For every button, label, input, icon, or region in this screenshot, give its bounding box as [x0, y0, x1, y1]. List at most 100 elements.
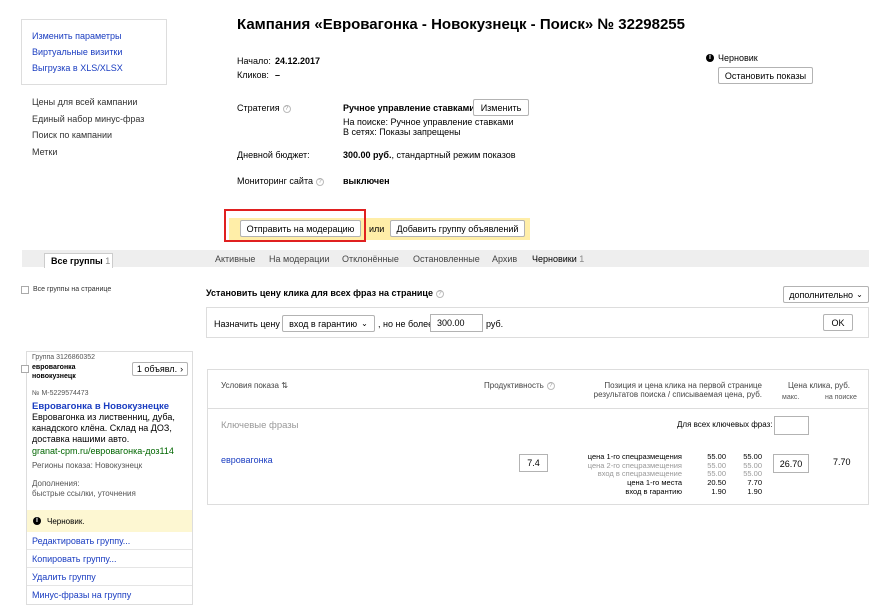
help-icon[interactable]: ? [315, 177, 324, 186]
draft-status-text: Черновик. [47, 516, 85, 526]
strategy-label-wrap: Стратегия? [237, 103, 291, 113]
position-v2: 1.90 [747, 486, 762, 496]
group-name-line1: евровагонка [32, 364, 76, 371]
ads-count-button[interactable]: 1 объявл. › [132, 362, 188, 376]
strategy-value: Ручное управление ставками [343, 103, 475, 113]
sidebar-link-campaign-prices[interactable]: Цены для всей кампании [32, 97, 144, 114]
ad-url: granat-cpm.ru/евровагонка-доз114 [32, 446, 174, 456]
monitoring-label-wrap: Мониторинг сайта? [237, 176, 324, 186]
sidebar-link-campaign-search[interactable]: Поиск по кампании [32, 130, 144, 147]
tab-all-groups[interactable]: Все группы 1 [44, 253, 113, 268]
extra-dropdown-label: дополнительно [789, 289, 854, 300]
chevron-right-icon: › [180, 364, 184, 374]
keywords-label: Ключевые фразы [221, 420, 299, 431]
col-position-line2: результатов поиска / списываемая цена, р… [593, 390, 762, 399]
clicks-value: – [275, 70, 281, 80]
ad-title[interactable]: Евровагонка в Новокузнецке [32, 401, 169, 412]
ok-button[interactable]: OK [823, 314, 853, 331]
tab-stopped[interactable]: Остановленные [413, 254, 480, 264]
draft-status-bar: i Черновик. [27, 510, 192, 532]
tab-all-groups-label: Все группы [51, 256, 103, 266]
start-value: 24.12.2017 [275, 56, 321, 66]
extras-value: быстрые ссылки, уточнения [32, 489, 136, 498]
col-conditions-label: Условия показа [221, 381, 279, 390]
regions: Регионы показа: Новокузнецк [32, 461, 143, 470]
max-price-input[interactable]: 300.00 [430, 314, 483, 332]
all-groups-on-page-label: Все группы на странице [33, 286, 112, 293]
table-header-divider [208, 408, 868, 409]
all-keywords-price-input[interactable] [774, 416, 809, 435]
sidebar-link-tags[interactable]: Метки [32, 147, 144, 164]
all-groups-checkbox[interactable] [21, 286, 29, 294]
position-label: вход в гарантию [625, 486, 682, 496]
col-conditions[interactable]: Условия показа ⇅ [221, 381, 288, 390]
search-price-value: 7.70 [833, 457, 851, 467]
stop-shows-button[interactable]: Остановить показы [718, 67, 813, 84]
extras-label: Дополнения: [32, 479, 80, 488]
ad-id: № M-5229574473 [32, 390, 89, 397]
tab-on-moderation[interactable]: На модерации [269, 254, 329, 264]
tab-rejected[interactable]: Отклонённые [342, 254, 399, 264]
max-price-field[interactable]: 26.70 [773, 454, 809, 473]
col-position: Позиция и цена клика на первой странице … [562, 381, 762, 399]
col-search: на поиске [825, 394, 857, 401]
sort-icon: ⇅ [281, 381, 288, 390]
price-mode-select[interactable]: вход в гарантию ⌄ [282, 315, 375, 332]
set-price-title: Установить цену клика для всех фраз на с… [206, 288, 433, 298]
strategy-search: На поиске: Ручное управление ставками [343, 117, 514, 127]
tab-active[interactable]: Активные [215, 254, 255, 264]
not-more-than-label: , но не более [378, 319, 434, 329]
positions-block: цена 1-го спецразмещения 55.00 55.00 цен… [562, 452, 762, 497]
campaign-status-text: Черновик [718, 53, 758, 63]
group-minus-phrases-link[interactable]: Минус-фразы на группу [27, 586, 192, 604]
set-price-title-wrap: Установить цену клика для всех фраз на с… [206, 288, 444, 298]
tab-drafts[interactable]: Черновики 1 [532, 254, 584, 264]
all-keywords-label: Для всех ключевых фраз: [677, 420, 773, 429]
col-productivity: Продуктивность [484, 381, 544, 390]
help-icon[interactable]: ? [282, 104, 291, 113]
info-icon: i [706, 54, 714, 62]
help-icon[interactable]: ? [435, 289, 444, 298]
chevron-down-icon: ⌄ [856, 290, 863, 299]
keyword-link[interactable]: евровагонка [221, 455, 273, 465]
budget-label: Дневной бюджет: [237, 150, 310, 160]
tab-archive[interactable]: Архив [492, 254, 517, 264]
productivity-value: 7.4 [519, 454, 548, 472]
monitoring-label: Мониторинг сайта [237, 176, 313, 186]
assign-price-label: Назначить цену [214, 319, 280, 329]
sidebar-secondary-links: Цены для всей кампании Единый набор мину… [32, 97, 144, 163]
edit-group-link[interactable]: Редактировать группу... [27, 532, 192, 550]
currency-label: руб. [486, 319, 504, 329]
sidebar-link-export-xls[interactable]: Выгрузка в XLS/XLSX [32, 63, 123, 73]
col-price: Цена клика, руб. [788, 381, 851, 390]
col-position-line1: Позиция и цена клика на первой странице [604, 381, 762, 390]
tab-all-groups-count: 1 [105, 256, 111, 266]
monitoring-value: выключен [343, 176, 390, 186]
budget-value: 300.00 руб. [343, 150, 392, 160]
sidebar-link-virtual-cards[interactable]: Виртуальные визитки [32, 47, 122, 57]
or-text: или [369, 224, 385, 234]
budget-wrap: 300.00 руб., стандартный режим показов [343, 150, 516, 160]
tab-drafts-count: 1 [579, 254, 585, 264]
position-row: вход в гарантию 1.90 1.90 [562, 486, 762, 497]
sidebar-link-minus-phrases[interactable]: Единый набор минус-фраз [32, 114, 144, 131]
sidebar-link-edit-params[interactable]: Изменить параметры [32, 31, 121, 41]
tab-drafts-label: Черновики [532, 254, 577, 264]
group-checkbox[interactable] [21, 365, 29, 373]
delete-group-link[interactable]: Удалить группу [27, 568, 192, 586]
send-to-moderation-button[interactable]: Отправить на модерацию [240, 220, 361, 237]
price-mode-value: вход в гарантию [289, 318, 358, 329]
group-name-line2: новокузнецк [32, 373, 76, 380]
campaign-status: i Черновик [706, 53, 758, 63]
change-strategy-button[interactable]: Изменить [473, 99, 529, 116]
group-id: Группа 3126860352 [32, 354, 96, 361]
extra-dropdown[interactable]: дополнительно ⌄ [783, 286, 869, 303]
ads-count-label: 1 объявл. [136, 364, 178, 374]
budget-mode: , стандартный режим показов [391, 150, 516, 160]
add-ad-group-button[interactable]: Добавить группу объявлений [390, 220, 525, 237]
start-label: Начало: [237, 56, 271, 66]
position-v1: 1.90 [711, 486, 726, 496]
help-icon[interactable]: ? [546, 381, 555, 390]
ad-text: Евровагонка из лиственниц, дуба, канадск… [32, 412, 175, 444]
copy-group-link[interactable]: Копировать группу... [27, 550, 192, 568]
